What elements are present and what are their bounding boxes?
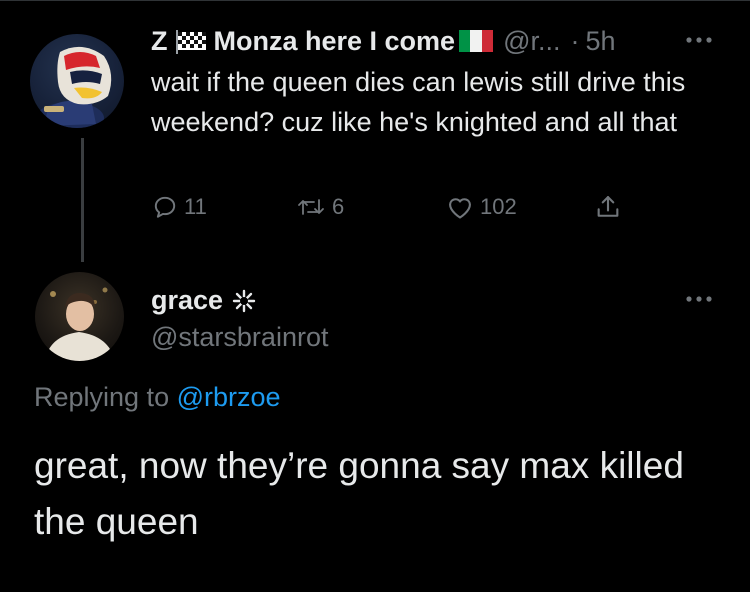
- like-button[interactable]: 102: [446, 192, 517, 222]
- reply-more-icon[interactable]: [684, 294, 714, 304]
- parent-tweet-text: wait if the queen dies can lewis still d…: [151, 67, 686, 137]
- italy-flag-icon: [459, 30, 494, 52]
- heart-icon: [449, 198, 471, 219]
- parent-display-name-prefix[interactable]: Z: [151, 26, 168, 57]
- replying-to-line: Replying to @rbrzoe: [34, 382, 281, 413]
- reply-count: 11: [184, 194, 207, 219]
- share-icon: [597, 196, 619, 217]
- retweet-count: 6: [332, 194, 345, 219]
- checkered-flag-icon: [175, 30, 206, 54]
- parent-handle[interactable]: @r...: [503, 26, 560, 57]
- user-photo-avatar-icon: [45, 287, 115, 361]
- sparkle-icon: [232, 289, 256, 312]
- reply-icon: [154, 196, 176, 218]
- parent-tweet-header: Z Monza here I come @r... · 5h: [151, 23, 616, 59]
- like-count: 102: [480, 194, 517, 219]
- reply-avatar[interactable]: [35, 272, 124, 361]
- reply-display-name-row[interactable]: grace: [151, 285, 257, 316]
- parent-timestamp[interactable]: 5h: [586, 26, 616, 57]
- top-divider: [0, 0, 750, 1]
- separator-dot: ·: [570, 25, 580, 56]
- thread-connector: [81, 138, 84, 262]
- parent-display-name[interactable]: Monza here I come: [214, 26, 456, 57]
- replying-to-mention-link[interactable]: @rbrzoe: [177, 382, 281, 412]
- reply-button[interactable]: 11: [152, 192, 207, 222]
- reply-tweet-text: great, now they’re gonna say max killed …: [34, 445, 684, 542]
- reply-display-name[interactable]: grace: [151, 285, 223, 316]
- retweet-icon: [298, 199, 324, 215]
- share-button[interactable]: [594, 192, 622, 222]
- parent-avatar[interactable]: [30, 34, 124, 128]
- reply-handle[interactable]: @starsbrainrot: [151, 322, 328, 353]
- retweet-button[interactable]: 6: [296, 192, 344, 222]
- parent-more-icon[interactable]: [684, 35, 714, 45]
- racing-helmet-avatar-icon: [36, 46, 112, 128]
- replying-to-label: Replying to: [34, 382, 170, 412]
